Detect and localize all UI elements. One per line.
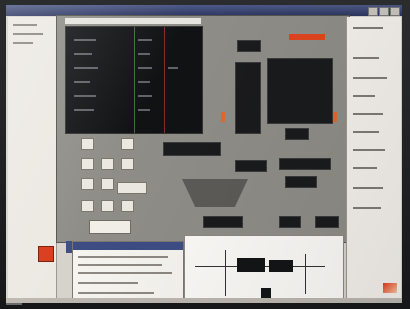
indicator-slot: [333, 112, 337, 122]
schematic-wire: [225, 250, 226, 296]
readout-value: [138, 109, 150, 111]
control-button[interactable]: [279, 158, 331, 170]
readout-label: [74, 109, 94, 111]
mode-selector[interactable]: [237, 40, 261, 52]
keypad-key[interactable]: [117, 182, 147, 194]
keypad-key[interactable]: [101, 158, 114, 170]
keypad-key[interactable]: [81, 158, 94, 170]
sidebar-item[interactable]: [353, 77, 387, 79]
keypad-key[interactable]: [81, 178, 94, 190]
circuit-schematic: [184, 235, 344, 303]
sidebar-item[interactable]: [353, 27, 383, 29]
close-icon[interactable]: [390, 7, 400, 16]
readout-value: [138, 67, 152, 69]
readout-value: [138, 95, 152, 97]
connector-block[interactable]: [203, 216, 243, 228]
readout-value: [168, 67, 178, 69]
readout-label: [74, 39, 96, 41]
brand-mark-icon: [383, 283, 397, 293]
display-divider: [164, 27, 165, 133]
keypad-key[interactable]: [81, 200, 94, 212]
sidebar-item[interactable]: [13, 24, 37, 26]
dialog-text-line: [78, 292, 154, 294]
secondary-display: [267, 58, 333, 124]
control-button[interactable]: [235, 160, 267, 172]
control-button[interactable]: [285, 176, 317, 188]
bezel-logo: [6, 303, 22, 305]
readout-value: [138, 81, 150, 83]
readout-value: [138, 53, 150, 55]
schematic-chip: [261, 288, 271, 298]
readout-label: [74, 67, 98, 69]
schematic-wire: [305, 254, 306, 294]
keypad-key[interactable]: [121, 138, 134, 150]
sidebar-item[interactable]: [353, 167, 377, 169]
minimize-icon[interactable]: [368, 7, 378, 16]
dialog-text-line: [78, 264, 162, 266]
red-status-square[interactable]: [38, 246, 54, 262]
connector-block[interactable]: [315, 216, 339, 228]
keypad-key[interactable]: [101, 178, 114, 190]
readout-label: [74, 95, 96, 97]
sidebar-item[interactable]: [353, 149, 385, 151]
sidebar-item[interactable]: [353, 187, 383, 189]
control-button[interactable]: [285, 128, 309, 140]
schematic-chip: [269, 260, 293, 272]
readout-label: [74, 53, 92, 55]
wide-action-button[interactable]: [89, 220, 131, 234]
dialog-title-bar[interactable]: [73, 242, 183, 250]
left-sidebar: [8, 17, 57, 303]
info-dialog: [72, 241, 184, 303]
readout-label: [74, 81, 90, 83]
display-header-strip: [65, 18, 201, 24]
schematic-chip: [237, 258, 265, 272]
right-sidebar: [346, 17, 401, 298]
dialog-text-line: [78, 256, 168, 258]
keypad-key[interactable]: [81, 138, 94, 150]
channel-display: [235, 62, 261, 134]
brand-logo: [289, 34, 325, 40]
indicator-slot: [221, 112, 225, 122]
keypad-key[interactable]: [101, 200, 114, 212]
maximize-icon[interactable]: [379, 7, 389, 16]
connector-block[interactable]: [279, 216, 301, 228]
sidebar-item[interactable]: [353, 207, 381, 209]
monitor-bezel: [0, 0, 410, 309]
sidebar-item[interactable]: [353, 57, 379, 59]
sidebar-item[interactable]: [353, 131, 379, 133]
screen: [6, 5, 402, 303]
readout-value: [138, 39, 152, 41]
measurement-display: [65, 26, 203, 134]
keypad-key[interactable]: [121, 200, 134, 212]
instrument-panel: [56, 15, 350, 243]
sidebar-item[interactable]: [13, 42, 33, 44]
dialog-text-line: [78, 282, 138, 284]
display-divider: [134, 27, 135, 133]
sidebar-item[interactable]: [353, 113, 383, 115]
dialog-text-line: [78, 272, 172, 274]
input-tray[interactable]: [182, 179, 248, 207]
status-bar: [6, 298, 402, 303]
keypad-key[interactable]: [121, 158, 134, 170]
control-strip[interactable]: [163, 142, 221, 156]
sidebar-item[interactable]: [13, 33, 43, 35]
sidebar-item[interactable]: [353, 95, 375, 97]
